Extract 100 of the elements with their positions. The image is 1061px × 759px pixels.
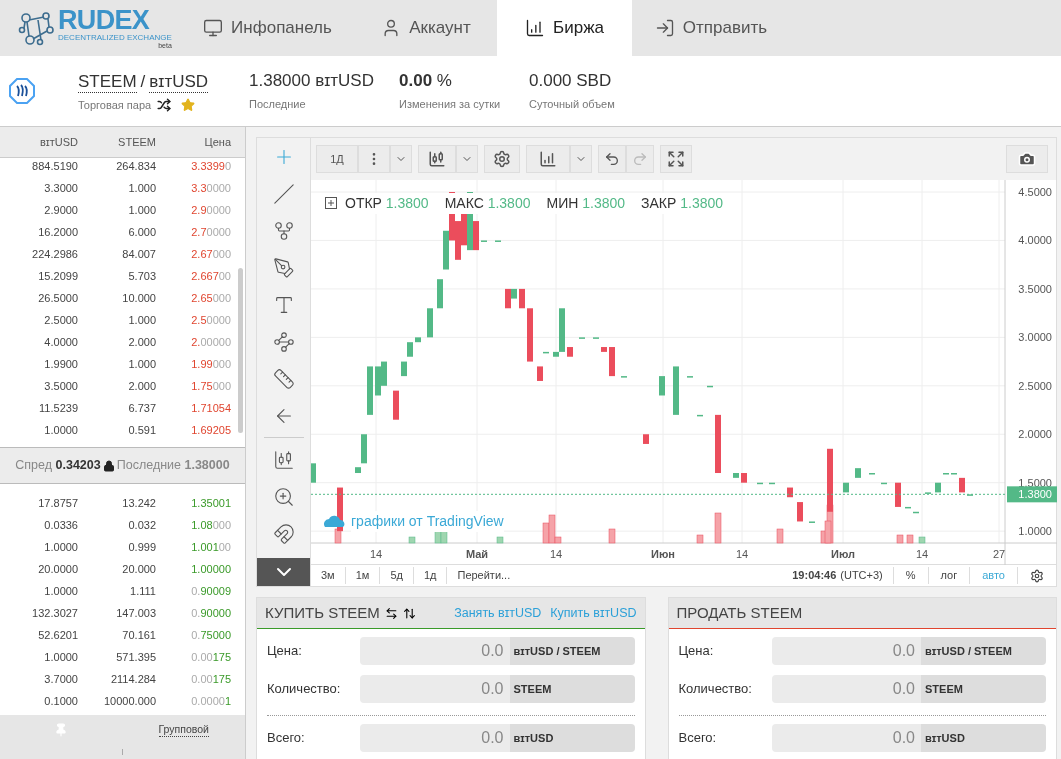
swap-pair-icon[interactable] — [157, 97, 172, 112]
expand-legend-icon[interactable] — [325, 197, 337, 210]
settings-button[interactable] — [484, 144, 520, 173]
amount-cell-text: 264.834 — [115, 158, 156, 174]
monitor-icon — [203, 18, 224, 38]
x-axis-label: 14 — [549, 547, 563, 560]
candle — [437, 279, 443, 309]
price-cell-text: 3.33990 — [190, 158, 231, 174]
bar-chart-icon — [525, 18, 546, 38]
interval-button[interactable]: 1Д — [316, 144, 358, 173]
range-button[interactable]: 3м — [311, 567, 346, 584]
lock-icon — [102, 459, 115, 472]
candle — [601, 346, 607, 352]
candle — [951, 472, 957, 475]
fullscreen-button[interactable] — [660, 144, 692, 173]
base-asset-link[interactable]: STEEM — [78, 70, 137, 93]
candle — [843, 482, 849, 493]
candle — [527, 308, 533, 362]
y-axis-label: 1.0000 — [1018, 525, 1052, 538]
amount-field[interactable]: 0.0 — [771, 675, 921, 703]
candle — [827, 448, 833, 512]
price-cell-text: 2.66700 — [190, 268, 231, 284]
candle — [881, 482, 887, 485]
scale-option[interactable]: лог — [928, 567, 971, 584]
form-title: ПРОДАТЬ STEEM — [676, 602, 803, 623]
flip-icon[interactable] — [402, 606, 416, 620]
unit-label: ʙɪᴛUSD — [921, 724, 1046, 752]
nav-tab[interactable]: Биржа — [497, 0, 632, 56]
logo-name: RUDEX — [58, 7, 151, 34]
total-cell-text: 132.3027 — [31, 605, 78, 621]
amount-cell-text: 1.000 — [127, 356, 156, 372]
scale-option[interactable]: % — [893, 567, 929, 584]
indicators-button[interactable] — [526, 144, 570, 173]
candle — [643, 434, 649, 444]
amount-cell-text: 0.591 — [127, 422, 156, 438]
candle — [895, 482, 901, 507]
total-cell-text: 1.0000 — [43, 539, 78, 555]
goto-button[interactable]: Перейти... — [447, 567, 521, 584]
amount-field[interactable]: 0.0 — [771, 637, 921, 665]
candle — [407, 342, 413, 357]
settings-icon[interactable] — [1030, 568, 1044, 583]
total-cell-text: 1.0000 — [43, 583, 78, 599]
pair-caption: Торговая пара — [78, 97, 152, 113]
x-axis-label: Июн — [651, 547, 675, 560]
amount-field[interactable]: 0.0 — [360, 724, 510, 752]
grouping-link[interactable]: Групповой — [158, 722, 209, 738]
candle — [697, 414, 703, 417]
total-cell-text: 26.5000 — [37, 290, 78, 306]
x-axis-label: Июл — [831, 547, 855, 560]
favorite-star-icon[interactable] — [181, 97, 196, 112]
scrollbar[interactable] — [238, 268, 243, 433]
snapshot-button[interactable] — [1006, 144, 1048, 173]
y-axis-label: 2.5000 — [1018, 379, 1052, 392]
total-cell-text: 224.2986 — [31, 246, 78, 262]
undo-button[interactable] — [598, 144, 626, 173]
price-cell-text: 0.90000 — [190, 605, 231, 621]
nav-tab[interactable]: Инфопанель — [180, 0, 355, 56]
price-cell-text: 2.00000 — [190, 334, 231, 350]
nav-tab[interactable]: Аккаунт — [355, 0, 497, 56]
quote-asset-link[interactable]: ʙɪᴛUSD — [149, 70, 209, 93]
send-icon — [654, 18, 675, 38]
candle — [855, 468, 861, 478]
y-axis-label: 3.0000 — [1018, 331, 1052, 344]
redo-icon — [632, 150, 648, 167]
scroll-down-button[interactable] — [257, 558, 310, 586]
amount-field[interactable]: 0.0 — [771, 724, 921, 752]
undo-icon — [604, 150, 620, 167]
range-button[interactable]: 5д — [380, 567, 414, 584]
form-title: КУПИТЬ STEEM — [265, 602, 380, 623]
amount-cell-text: 6.000 — [127, 224, 156, 240]
candle — [367, 366, 373, 415]
price-cell-text: 0.75000 — [190, 627, 231, 643]
settings-icon — [493, 149, 511, 168]
candle — [905, 506, 911, 509]
total-cell-text: 11.5239 — [38, 400, 78, 416]
range-button[interactable]: 1м — [345, 567, 381, 584]
swap-icon[interactable] — [384, 606, 398, 620]
candle — [355, 467, 361, 473]
stat-value: 0.00 % — [399, 69, 453, 91]
volume-bar — [696, 534, 704, 544]
amount-cell-text: 84.007 — [121, 246, 156, 262]
range-button[interactable]: 1д — [413, 567, 448, 584]
chart-type-button[interactable] — [418, 144, 456, 173]
amount-field[interactable]: 0.0 — [360, 637, 510, 665]
field-label: Цена: — [267, 642, 303, 661]
stat-value: 0.000 SBD — [529, 69, 613, 91]
volume-bar — [334, 528, 342, 544]
price-cell-text: 2.70000 — [190, 224, 231, 240]
price-cell-text: 0.00175 — [190, 649, 231, 665]
candle — [733, 472, 739, 478]
amount-field[interactable]: 0.0 — [360, 675, 510, 703]
candle — [869, 472, 875, 475]
fullscreen-icon — [667, 149, 685, 168]
candle — [787, 487, 793, 498]
y-axis-label: 4.5000 — [1018, 185, 1052, 198]
y-axis-label: 2.0000 — [1018, 428, 1052, 441]
price-cell-text: 0.00001 — [190, 693, 231, 709]
price-cell-text: 1.75000 — [190, 378, 231, 394]
camera-icon — [1018, 149, 1036, 168]
nav-tab[interactable]: Отправить — [632, 0, 790, 56]
